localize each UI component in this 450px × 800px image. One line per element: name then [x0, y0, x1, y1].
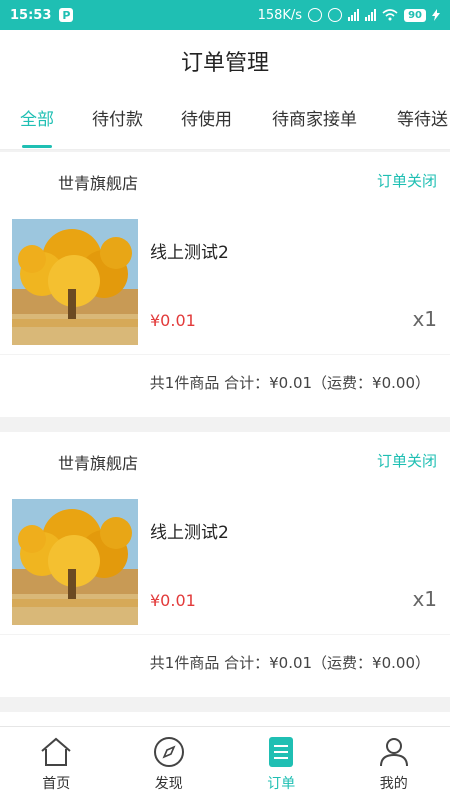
bottom-nav: 首页 发现 订单 我的 — [0, 726, 450, 800]
product-price: ¥0.01 — [150, 591, 196, 610]
tab-all[interactable]: 全部 — [20, 92, 54, 149]
nav-home[interactable]: 首页 — [0, 727, 113, 800]
nav-orders-label: 订单 — [267, 776, 296, 792]
product-name[interactable]: 线上测试2 — [150, 518, 229, 543]
order-status: 订单关闭 — [376, 452, 437, 470]
store-name[interactable]: 世青旗舰店 — [58, 450, 138, 474]
status-icons: 158K/s 90 — [258, 8, 440, 23]
order-summary: 共1件商品 合计：¥0.01（运费：¥0.00） — [149, 654, 430, 672]
page-header: 订单管理 — [0, 30, 450, 92]
compass-icon — [152, 735, 186, 769]
product-quantity: x1 — [412, 307, 437, 331]
divider — [0, 634, 450, 635]
product-price: ¥0.01 — [150, 311, 196, 330]
product-thumbnail[interactable] — [12, 499, 138, 625]
order-status: 订单关闭 — [376, 172, 437, 190]
tab-awaiting-merchant[interactable]: 待商家接单 — [272, 92, 357, 149]
battery-icon: 90 — [404, 8, 426, 22]
product-thumbnail[interactable] — [12, 219, 138, 345]
order-card[interactable]: 世青旗舰店 订单关闭 线上测试2 ¥0.01 x1 共1件商品 合计：¥0.01… — [0, 152, 450, 417]
alarm-icon — [328, 8, 343, 22]
nav-orders[interactable]: 订单 — [225, 727, 338, 800]
user-icon — [377, 735, 411, 769]
order-summary: 共1件商品 合计：¥0.01（运费：¥0.00） — [149, 374, 430, 392]
tab-awaiting-delivery[interactable]: 等待送 — [397, 92, 448, 149]
status-bar: 15:53 P 158K/s 90 — [0, 0, 450, 30]
product-quantity: x1 — [412, 587, 437, 611]
nav-profile[interactable]: 我的 — [338, 727, 450, 800]
page-title: 订单管理 — [180, 51, 269, 76]
tab-pending-use[interactable]: 待使用 — [181, 92, 232, 149]
nav-profile-label: 我的 — [379, 776, 408, 792]
charging-icon — [432, 9, 440, 21]
nav-discover[interactable]: 发现 — [113, 727, 226, 800]
product-name[interactable]: 线上测试2 — [150, 238, 229, 263]
nav-discover-label: 发现 — [154, 776, 183, 792]
nav-home-label: 首页 — [42, 776, 71, 792]
order-card[interactable]: 世青旗舰店 订单关闭 线上测试2 ¥0.01 x1 共1件商品 合计：¥0.01… — [0, 432, 450, 697]
signal-icon-2 — [365, 9, 377, 21]
status-time: 15:53 — [10, 7, 52, 23]
mute-icon — [308, 8, 323, 22]
wifi-icon — [382, 9, 398, 21]
store-name[interactable]: 世青旗舰店 — [58, 170, 138, 194]
net-speed: 158K/s — [257, 7, 303, 23]
divider — [0, 354, 450, 355]
tab-pending-payment[interactable]: 待付款 — [92, 92, 143, 149]
home-icon — [39, 735, 73, 769]
p-badge-icon: P — [59, 8, 74, 22]
battery-level: 90 — [404, 8, 426, 22]
order-icon — [264, 735, 298, 769]
signal-icon — [348, 9, 360, 21]
order-tabs: 全部 待付款 待使用 待商家接单 等待送 — [0, 92, 450, 150]
